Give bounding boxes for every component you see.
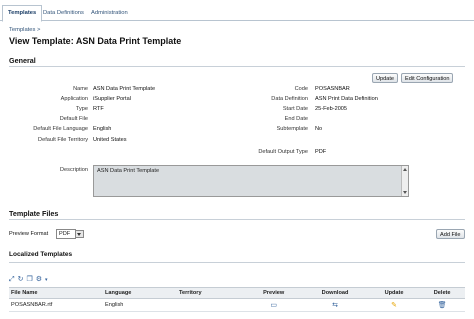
file-name-cell: POSASNBAR.rtf <box>9 298 103 312</box>
table-row: POSASNBAR.rtf English ▭ ⇆ ✎ 🗑 <box>9 298 465 312</box>
data-definition-value: ASN Print Data Definition <box>315 96 378 102</box>
divider <box>9 66 465 67</box>
localized-templates-table: File Name Language Territory Preview Dow… <box>9 287 465 312</box>
column-territory[interactable]: Territory <box>177 287 246 299</box>
subtemplate-label: Subtemplate <box>276 126 308 132</box>
default-file-language-value: English <box>93 126 112 132</box>
trash-icon[interactable]: 🗑 <box>438 302 447 309</box>
chevron-down-icon[interactable] <box>76 230 84 238</box>
preview-format-select[interactable]: PDF <box>56 229 84 239</box>
copy-icon[interactable]: ❐ <box>26 276 32 284</box>
description-scrollbar[interactable] <box>401 166 408 196</box>
breadcrumb[interactable]: Templates > <box>9 27 40 33</box>
localized-templates-heading: Localized Templates <box>9 251 73 258</box>
tab-administration[interactable]: Administration <box>86 6 133 20</box>
language-cell: English <box>103 298 177 312</box>
tab-data-definitions[interactable]: Data Definitions <box>38 6 89 20</box>
start-date-label: Start Date <box>282 106 308 112</box>
default-output-type-value: PDF <box>315 149 327 155</box>
start-date-value: 25-Feb-2005 <box>315 106 348 112</box>
refresh-icon[interactable]: ↻ <box>18 276 24 284</box>
table-header-row: File Name Language Territory Preview Dow… <box>9 287 465 299</box>
default-file-territory-value: United States <box>93 137 127 143</box>
territory-cell <box>177 298 246 312</box>
default-file-label: Default File <box>59 116 88 122</box>
column-delete: Delete <box>419 287 465 299</box>
page-title: View Template: ASN Data Print Template <box>9 36 182 46</box>
column-download: Download <box>301 287 369 299</box>
settings-icon[interactable]: ⚙ <box>36 276 42 284</box>
code-value: POSASNBAR <box>315 86 350 92</box>
divider <box>9 262 465 263</box>
code-label: Code <box>294 86 308 92</box>
scroll-down-icon[interactable] <box>403 191 407 194</box>
download-icon[interactable]: ⇆ <box>332 302 338 309</box>
column-update: Update <box>368 287 420 299</box>
tab-templates[interactable]: Templates <box>2 5 43 22</box>
name-label: Name <box>73 86 88 92</box>
subtemplate-value: No <box>315 126 323 132</box>
application-label: Application <box>60 96 88 102</box>
description-label: Description <box>60 167 88 173</box>
pencil-icon[interactable]: ✎ <box>391 302 397 309</box>
template-files-heading: Template Files <box>9 209 59 218</box>
scroll-up-icon[interactable] <box>403 168 407 171</box>
add-file-button[interactable]: Add File <box>436 229 465 239</box>
edit-configuration-button[interactable]: Edit Configuration <box>401 73 454 83</box>
default-file-language-label: Default File Language <box>33 126 88 132</box>
expand-icon[interactable]: ⤢ <box>9 276 15 284</box>
description-text: ASN Data Print Template <box>97 168 160 174</box>
column-file-name[interactable]: File Name <box>9 287 103 299</box>
type-value: RTF <box>93 106 104 112</box>
type-label: Type <box>75 106 88 112</box>
preview-format-value[interactable]: PDF <box>56 229 76 239</box>
column-preview: Preview <box>246 287 302 299</box>
default-file-territory-label: Default File Territory <box>38 137 88 143</box>
tab-bar: Templates Data Definitions Administratio… <box>0 0 474 22</box>
preview-icon[interactable]: ▭ <box>270 302 277 309</box>
description-textarea[interactable]: ASN Data Print Template <box>93 165 409 197</box>
chevron-down-icon[interactable]: ▾ <box>45 276 48 284</box>
preview-format-label: Preview Format <box>9 231 49 237</box>
table-toolbar: ⤢ ↻ ❐ ⚙ ▾ <box>9 276 48 284</box>
default-output-type-label: Default Output Type <box>258 149 308 155</box>
end-date-label: End Date <box>284 116 308 122</box>
update-button[interactable]: Update <box>372 73 399 83</box>
application-value: iSupplier Portal <box>93 96 131 102</box>
general-heading: General <box>9 56 36 65</box>
column-language[interactable]: Language <box>103 287 177 299</box>
data-definition-label: Data Definition <box>271 96 308 102</box>
divider <box>9 219 465 220</box>
name-value: ASN Data Print Template <box>93 86 156 92</box>
